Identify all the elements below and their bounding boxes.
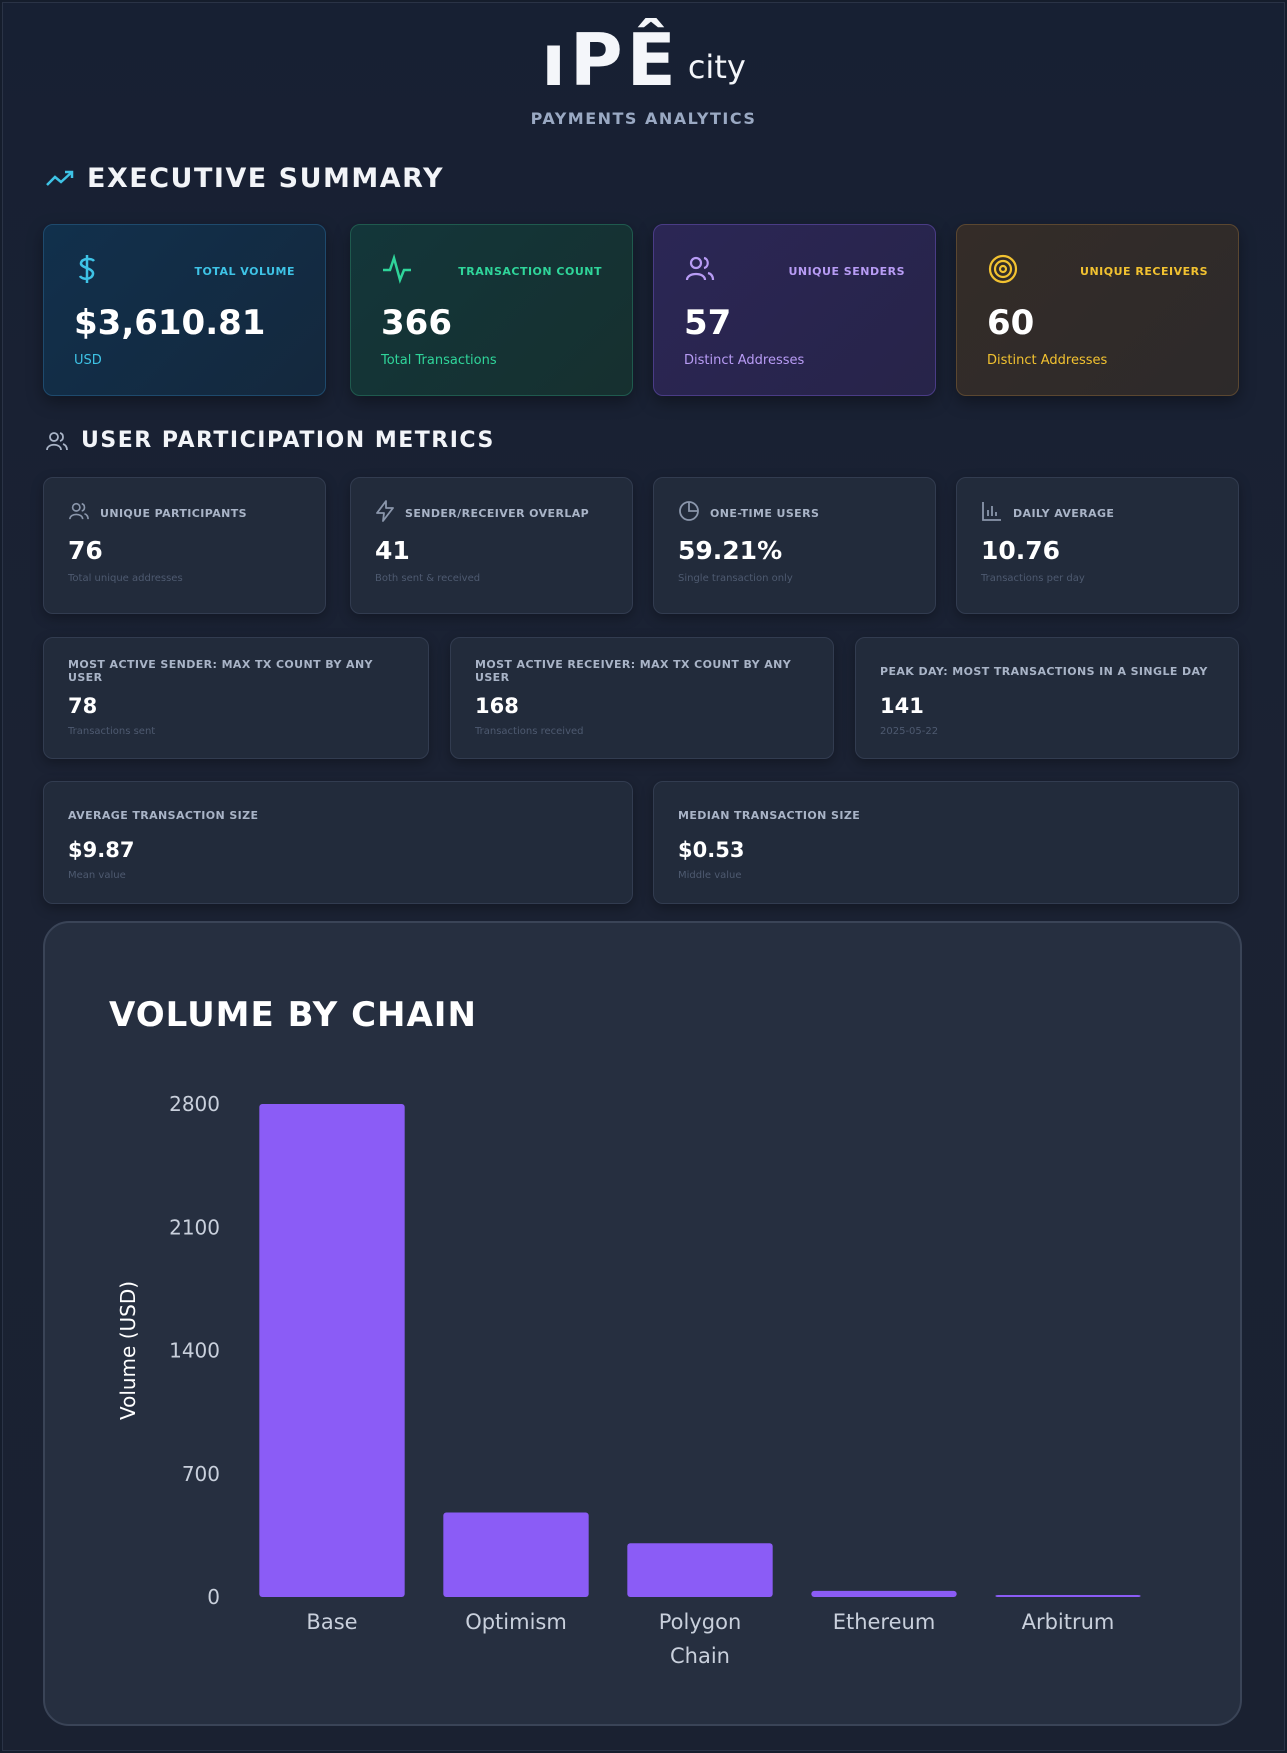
metric-card-most-active-sender: MOST ACTIVE SENDER: MAX TX COUNT BY ANY … bbox=[43, 637, 429, 759]
kpi-card-transaction-count: TRANSACTION COUNT 366 Total Transactions bbox=[350, 224, 633, 396]
target-icon bbox=[987, 253, 1019, 289]
metric-card-median-transaction-size: MEDIAN TRANSACTION SIZE $0.53 Middle val… bbox=[653, 781, 1239, 904]
metric-label: UNIQUE PARTICIPANTS bbox=[100, 506, 247, 520]
metric-value: 41 bbox=[375, 536, 410, 565]
metric-card-peak-day: PEAK DAY: MOST TRANSACTIONS IN A SINGLE … bbox=[855, 637, 1239, 759]
kpi-label: TOTAL VOLUME bbox=[194, 264, 295, 278]
metric-label: MOST ACTIVE SENDER: MAX TX COUNT BY ANY … bbox=[68, 658, 373, 684]
page-subtitle: PAYMENTS ANALYTICS bbox=[530, 109, 757, 128]
kpi-value: 57 bbox=[684, 303, 732, 343]
bar-polygon-chain bbox=[627, 1543, 773, 1597]
metric-card-one-time-users: ONE-TIME USERS 59.21% Single transaction… bbox=[653, 477, 936, 614]
metric-sub: 2025-05-22 bbox=[880, 726, 939, 737]
metric-sub: Transactions received bbox=[475, 726, 584, 737]
y-tick-label: 0 bbox=[207, 1585, 220, 1609]
kpi-label: TRANSACTION COUNT bbox=[458, 264, 602, 278]
volume-by-chain-chart-panel: VOLUME BY CHAIN 0 700 1400 2100 2800 Volume (… bbox=[43, 921, 1242, 1726]
pie-chart-icon bbox=[678, 500, 700, 526]
kpi-value: 60 bbox=[987, 303, 1035, 343]
kpi-sub: USD bbox=[74, 353, 102, 368]
kpi-sub: Total Transactions bbox=[381, 353, 497, 368]
y-tick-label: 700 bbox=[182, 1462, 220, 1486]
metric-value: 141 bbox=[880, 694, 924, 718]
executive-summary-title: EXECUTIVE SUMMARY bbox=[87, 163, 445, 194]
metric-label: MEDIAN TRANSACTION SIZE bbox=[678, 808, 861, 822]
metric-sub: Total unique addresses bbox=[68, 573, 183, 584]
metric-value: 78 bbox=[68, 694, 98, 718]
metric-card-most-active-receiver: MOST ACTIVE RECEIVER: MAX TX COUNT BY AN… bbox=[450, 637, 834, 759]
bar-ethereum bbox=[811, 1590, 957, 1597]
kpi-label: UNIQUE RECEIVERS bbox=[1080, 264, 1208, 278]
x-tick-label: Arbitrum bbox=[1022, 1610, 1115, 1634]
x-tick-label: Ethereum bbox=[833, 1610, 936, 1634]
metric-sub: Both sent & received bbox=[375, 573, 481, 584]
activity-icon bbox=[381, 253, 413, 288]
metric-card-daily-average: DAILY AVERAGE 10.76 Transactions per day bbox=[956, 477, 1239, 614]
kpi-card-total-volume: TOTAL VOLUME $3,610.81 USD bbox=[43, 224, 326, 396]
user-participation-heading: USER PARTICIPATION METRICS bbox=[45, 428, 495, 453]
y-tick-label: 2100 bbox=[169, 1215, 220, 1239]
x-tick-label: Chain bbox=[670, 1644, 730, 1668]
metric-sub: Mean value bbox=[68, 870, 126, 881]
x-tick-label: Optimism bbox=[465, 1610, 567, 1634]
kpi-card-unique-senders: UNIQUE SENDERS 57 Distinct Addresses bbox=[653, 224, 936, 396]
metric-label: MOST ACTIVE RECEIVER: MAX TX COUNT BY AN… bbox=[475, 658, 792, 684]
kpi-sub: Distinct Addresses bbox=[987, 353, 1108, 368]
metric-value: $0.53 bbox=[678, 838, 745, 862]
x-tick-label: Base bbox=[306, 1610, 357, 1634]
metric-card-sender-receiver-overlap: SENDER/RECEIVER OVERLAP 41 Both sent & r… bbox=[350, 477, 633, 614]
metric-value: 168 bbox=[475, 694, 519, 718]
x-tick-label: Polygon bbox=[659, 1610, 742, 1634]
users-icon bbox=[68, 501, 90, 525]
logo-main-text: ıPÊ bbox=[541, 18, 680, 102]
metric-card-average-transaction-size: AVERAGE TRANSACTION SIZE $9.87 Mean valu… bbox=[43, 781, 633, 904]
zap-icon bbox=[375, 500, 395, 526]
metric-label: PEAK DAY: MOST TRANSACTIONS IN A SINGLE … bbox=[880, 664, 1208, 678]
kpi-value: 366 bbox=[381, 303, 452, 343]
trending-up-icon bbox=[45, 169, 75, 189]
kpi-sub: Distinct Addresses bbox=[684, 353, 805, 368]
brand-logo: ıPÊ city bbox=[3, 11, 1284, 96]
logo-sub-text: city bbox=[687, 48, 746, 86]
metric-sub: Transactions sent bbox=[68, 726, 156, 737]
users-icon bbox=[45, 430, 69, 452]
bar-arbitrum bbox=[995, 1595, 1141, 1597]
kpi-value: $3,610.81 bbox=[74, 303, 266, 343]
dollar-icon bbox=[74, 253, 100, 289]
metric-sub: Transactions per day bbox=[981, 573, 1085, 584]
bar-base bbox=[259, 1104, 405, 1597]
bar-chart-icon bbox=[981, 500, 1003, 526]
metric-sub: Middle value bbox=[678, 870, 742, 881]
kpi-card-unique-receivers: UNIQUE RECEIVERS 60 Distinct Addresses bbox=[956, 224, 1239, 396]
y-tick-label: 2800 bbox=[169, 1092, 220, 1116]
bar-optimism bbox=[443, 1512, 589, 1597]
metric-label: DAILY AVERAGE bbox=[1013, 506, 1115, 520]
volume-by-chain-chart: 0 700 1400 2100 2800 Volume (USD) Base Optimism… bbox=[116, 1092, 1141, 1668]
metric-value: $9.87 bbox=[68, 838, 135, 862]
y-axis-label: Volume (USD) bbox=[116, 1281, 140, 1420]
executive-summary-heading: EXECUTIVE SUMMARY bbox=[45, 163, 444, 194]
y-tick-label: 1400 bbox=[169, 1339, 220, 1363]
kpi-label: UNIQUE SENDERS bbox=[788, 264, 905, 278]
dashboard-page: ıPÊ city PAYMENTS ANALYTICS EXECUTIVE SU… bbox=[2, 2, 1285, 1751]
metric-value: 10.76 bbox=[981, 536, 1061, 565]
metric-label: ONE-TIME USERS bbox=[710, 506, 820, 520]
metric-card-unique-participants: UNIQUE PARTICIPANTS 76 Total unique addr… bbox=[43, 477, 326, 614]
metric-value: 59.21% bbox=[678, 536, 783, 565]
metric-value: 76 bbox=[68, 536, 103, 565]
metric-label: SENDER/RECEIVER OVERLAP bbox=[405, 506, 590, 520]
metric-sub: Single transaction only bbox=[678, 573, 793, 584]
user-participation-title: USER PARTICIPATION METRICS bbox=[81, 428, 495, 453]
metric-label: AVERAGE TRANSACTION SIZE bbox=[68, 808, 259, 822]
users-icon bbox=[684, 254, 716, 288]
